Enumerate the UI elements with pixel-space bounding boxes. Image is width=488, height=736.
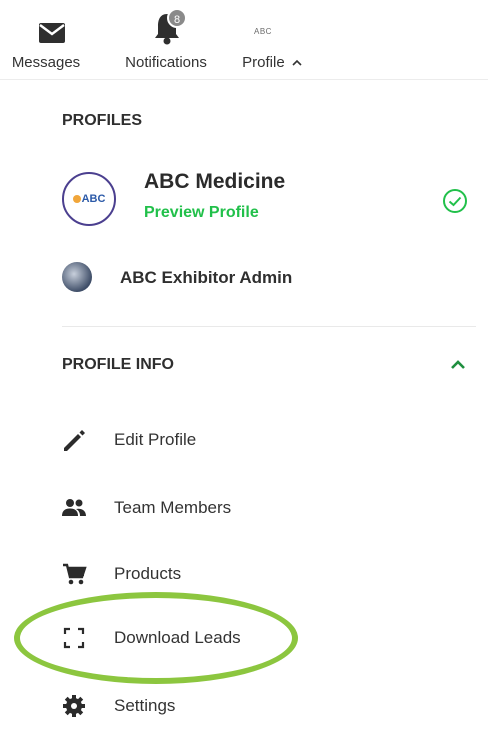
profile-name: ABC Medicine (144, 170, 286, 193)
profile-item-abc-exhibitor-admin[interactable]: ABC Exhibitor Admin (62, 262, 482, 298)
avatar (62, 262, 92, 292)
nav-profile[interactable]: ABC Profile (226, 0, 318, 80)
nav-notifications[interactable]: 8 Notifications (112, 0, 220, 80)
section-divider (62, 326, 476, 327)
nav-messages-label: Messages (11, 54, 81, 71)
menu-item-download-leads[interactable]: Download Leads (60, 620, 440, 656)
avatar: ABC (62, 172, 116, 226)
profiles-section-title: PROFILES (62, 112, 143, 129)
menu-item-label: Products (114, 564, 182, 583)
profile-info-section-title: PROFILE INFO (62, 356, 174, 373)
nav-messages[interactable]: Messages (0, 0, 106, 80)
collapse-chevron-up-icon[interactable] (448, 358, 468, 372)
notification-count-badge: 8 (167, 8, 187, 28)
preview-profile-link[interactable]: Preview Profile (144, 204, 259, 222)
gear-icon (63, 695, 85, 717)
profile-mini-logo: ABC (254, 27, 272, 36)
check-circle-icon (443, 189, 467, 213)
people-icon (62, 499, 86, 516)
menu-item-label: Edit Profile (114, 430, 197, 449)
cart-icon (63, 563, 87, 585)
logo-dot-icon (72, 195, 81, 203)
menu-item-edit-profile[interactable]: Edit Profile (60, 422, 440, 458)
profile-name: ABC Exhibitor Admin (120, 268, 293, 287)
profile-item-abc-medicine[interactable]: ABC ABC Medicine Preview Profile (62, 168, 482, 238)
menu-item-label: Team Members (114, 498, 232, 517)
menu-item-products[interactable]: Products (60, 556, 440, 592)
nav-notifications-label: Notifications (125, 54, 207, 71)
menu-item-team-members[interactable]: Team Members (60, 490, 440, 526)
nav-profile-label: Profile (226, 54, 318, 71)
menu-item-label: Download Leads (114, 628, 241, 647)
menu-item-label: Settings (114, 696, 176, 715)
top-navigation: Messages 8 Notifications ABC Profile (0, 0, 488, 80)
nav-profile-text: Profile (242, 54, 285, 71)
mail-icon (39, 23, 65, 43)
scan-frame-icon (63, 627, 85, 649)
avatar-logo-text: ABC (81, 193, 106, 205)
chevron-up-icon (292, 59, 302, 66)
pencil-icon (64, 430, 85, 451)
menu-item-settings[interactable]: Settings (60, 688, 440, 724)
